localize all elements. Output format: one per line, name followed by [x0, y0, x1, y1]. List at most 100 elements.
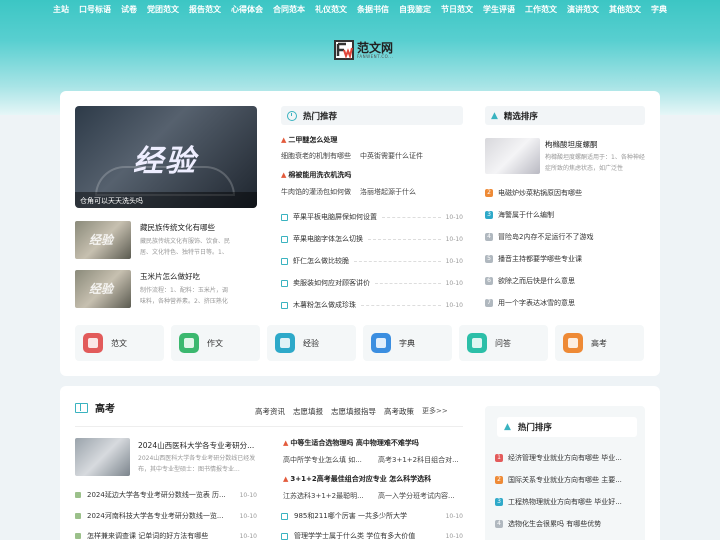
list-item[interactable]: 2024延边大学各专业考研分数线一览表 历... 10-10 — [75, 489, 257, 501]
open-book-icon — [75, 402, 88, 413]
nav-item[interactable]: 其他范文 — [604, 4, 646, 15]
nav-item[interactable]: 党团范文 — [142, 4, 184, 15]
category-zuowen[interactable]: 作文 — [171, 325, 260, 361]
list-item[interactable]: 苹果电脑字体怎么切换 10-10 — [281, 233, 463, 245]
section-title: 热门推荐 — [303, 111, 338, 122]
nav-item[interactable]: 条据书信 — [352, 4, 394, 15]
gaokao-sub-link[interactable]: 高考3+1+2科目组合对... — [378, 455, 459, 465]
nav-item[interactable]: 心得体会 — [226, 4, 268, 15]
chat-icon — [467, 333, 487, 353]
nav-item[interactable]: 自我鉴定 — [394, 4, 436, 15]
doc-icon — [281, 512, 288, 520]
fire-icon: ▲ — [283, 439, 289, 447]
nav-item[interactable]: 合同范本 — [268, 4, 310, 15]
article-thumbnail[interactable]: 经验 — [75, 270, 131, 308]
list-item[interactable]: 苹果平板电脑屏保如何设置 10-10 — [281, 211, 463, 223]
rank-item[interactable]: 3 海警属于什么编制 — [485, 209, 554, 221]
featured-big-text: 经验 — [133, 144, 197, 179]
nav-item[interactable]: 字典 — [646, 4, 672, 15]
nav-item[interactable]: 演讲范文 — [562, 4, 604, 15]
category-zidian[interactable]: 字典 — [363, 325, 452, 361]
rank-top-desc: 枸橼酸坦度螺酮适用于：1、各种神经症所致的焦虑状态，如广泛性 — [545, 154, 645, 172]
bullet — [75, 533, 81, 539]
doc-icon — [281, 301, 288, 309]
rank-item[interactable]: 5 播音主持都要学哪些专业课 — [485, 253, 582, 265]
list-item[interactable]: 管理学学士属于什么类 学位有多大价值 10-10 — [281, 530, 463, 540]
rank-item[interactable]: 2 电磁炉炒菜粘锅原因有哪些 — [485, 187, 582, 199]
gaokao-tabs: 高考资讯 志愿填报 志愿填报指导 高考政策 更多>> — [255, 406, 448, 417]
list-item[interactable]: 985和211哪个厉害 一共多少所大学 10-10 — [281, 510, 463, 522]
pencil-icon — [563, 333, 583, 353]
gaokao-headline[interactable]: ▲ 中等生适合选物理吗 高中物理难不难学吗 — [283, 438, 419, 448]
rank-number: 3 — [495, 498, 503, 506]
side-rank-header: ▲ 热门排序 — [497, 417, 637, 437]
bullet — [75, 492, 81, 498]
rank-number: 1 — [495, 454, 503, 462]
nav-item[interactable]: 报告范文 — [184, 4, 226, 15]
nav-item[interactable]: 节日范文 — [436, 4, 478, 15]
featured-caption[interactable]: 仓角可以天天洗头吗 — [75, 192, 257, 208]
category-wenda[interactable]: 问答 — [459, 325, 548, 361]
rank-header: ▲ 精选排序 — [485, 106, 645, 125]
top-navigation: 主站 口号标语 试卷 党团范文 报告范文 心得体会 合同范本 礼仪范文 条据书信… — [0, 4, 720, 15]
hot-sub-link[interactable]: 中英街需要什么证件 — [360, 151, 423, 161]
list-item[interactable]: 木薯粉怎么做成珍珠 10-10 — [281, 299, 463, 311]
list-item[interactable]: 虾仁怎么做比较脆 10-10 — [281, 255, 463, 267]
tab-policy[interactable]: 高考政策 — [384, 406, 414, 417]
rank-number: 4 — [495, 520, 503, 528]
doc-icon — [281, 532, 288, 540]
rank-number: 6 — [485, 277, 493, 285]
rank-item[interactable]: 2 国际关系专业就业方向有哪些 主要... — [495, 474, 622, 486]
nav-item[interactable]: 学生评语 — [478, 4, 520, 15]
article-desc: 2024山西医科大学各专业考研分数线已经发布，其中专业型硕士：图书情报专业... — [138, 455, 256, 473]
article-thumbnail[interactable] — [75, 438, 130, 476]
more-link[interactable]: 更多>> — [422, 406, 448, 417]
hot-sub-link[interactable]: 牛肉馅的灌汤包如何做 — [281, 187, 351, 197]
article-title[interactable]: 玉米片怎么做好吃 — [140, 271, 200, 282]
rank-item[interactable]: 3 工程热物理就业方向有哪些 毕业好... — [495, 496, 622, 508]
tab-gaokao-news[interactable]: 高考资讯 — [255, 406, 285, 417]
featured-image[interactable]: 经验 仓角可以天天洗头吗 — [75, 106, 257, 208]
article-desc: 藏民族传统文化有服饰、饮食、民居、文化特色、独特节日等。1、服饰：由于地 — [140, 238, 231, 256]
list-item[interactable]: 2024河南科技大学各专业考研分数线一览... 10-10 — [75, 510, 257, 522]
rank-item[interactable]: 7 用一个字表达冰雪的意思 — [485, 297, 575, 309]
hot-sub-link[interactable]: 细胞衰老的机制有哪些 — [281, 151, 351, 161]
gaokao-headline[interactable]: ▲ 3+1+2高考最佳组合对应专业 怎么科学选科 — [283, 474, 431, 484]
rank-item[interactable]: 4 选物化生会很累吗 有哪些优势 — [495, 518, 601, 530]
rank-item[interactable]: 6 欲除之而后快是什么意思 — [485, 275, 575, 287]
robot-icon — [83, 333, 103, 353]
hot-sub-link[interactable]: 洛丽塔起源于什么 — [360, 187, 416, 197]
article-title[interactable]: 藏民族传统文化有哪些 — [140, 222, 215, 233]
hot-headline[interactable]: ▲ 棉被能用洗衣机洗吗 — [281, 170, 351, 180]
category-gaokao[interactable]: 高考 — [555, 325, 644, 361]
clock-icon — [287, 110, 297, 121]
nav-item[interactable]: 试卷 — [116, 4, 142, 15]
doc-icon — [281, 213, 288, 221]
product-thumbnail[interactable] — [485, 138, 540, 174]
pen-icon — [179, 333, 199, 353]
thumbs-up-icon: ▲ — [504, 422, 511, 432]
hot-headline[interactable]: ▲ 二甲醚怎么处理 — [281, 135, 337, 145]
rank-item[interactable]: 4 冒险岛2内存不足运行不了游戏 — [485, 231, 593, 243]
nav-item[interactable]: 主站 — [48, 4, 74, 15]
list-item[interactable]: 怎样兼来调查课 记单词的好方法有哪些 10-10 — [75, 530, 257, 540]
category-jingyan[interactable]: 经验 — [267, 325, 356, 361]
rank-item[interactable]: 1 经济管理专业就业方向有哪些 毕业... — [495, 452, 622, 464]
gaokao-sub-link[interactable]: 高中所学专业怎么填 如... — [283, 455, 362, 465]
category-fanwen[interactable]: 范文 — [75, 325, 164, 361]
tab-volunteer[interactable]: 志愿填报 — [293, 406, 323, 417]
article-thumbnail[interactable]: 经验 — [75, 221, 131, 259]
rank-top-title[interactable]: 枸橼酸坦度螺酮 — [545, 139, 598, 150]
gaokao-sub-link[interactable]: 高一入学分班考试内容... — [378, 491, 455, 501]
list-item[interactable]: 卖服装如何应对顾客讲价 10-10 — [281, 277, 463, 289]
article-title[interactable]: 2024山西医科大学各专业考研分... — [138, 440, 254, 451]
logo-subtext: FANWENT.CO... — [357, 53, 394, 59]
fire-icon: ▲ — [283, 475, 289, 483]
tab-volunteer-guide[interactable]: 志愿填报指导 — [331, 406, 376, 417]
nav-item[interactable]: 口号标语 — [74, 4, 116, 15]
gaokao-sub-link[interactable]: 江苏选科3+1+2最聪明... — [283, 491, 364, 501]
site-logo[interactable]: 范文网 FANWENT.CO... — [334, 40, 393, 60]
nav-item[interactable]: 礼仪范文 — [310, 4, 352, 15]
logo-text: 范文网 — [357, 40, 394, 55]
nav-item[interactable]: 工作范文 — [520, 4, 562, 15]
